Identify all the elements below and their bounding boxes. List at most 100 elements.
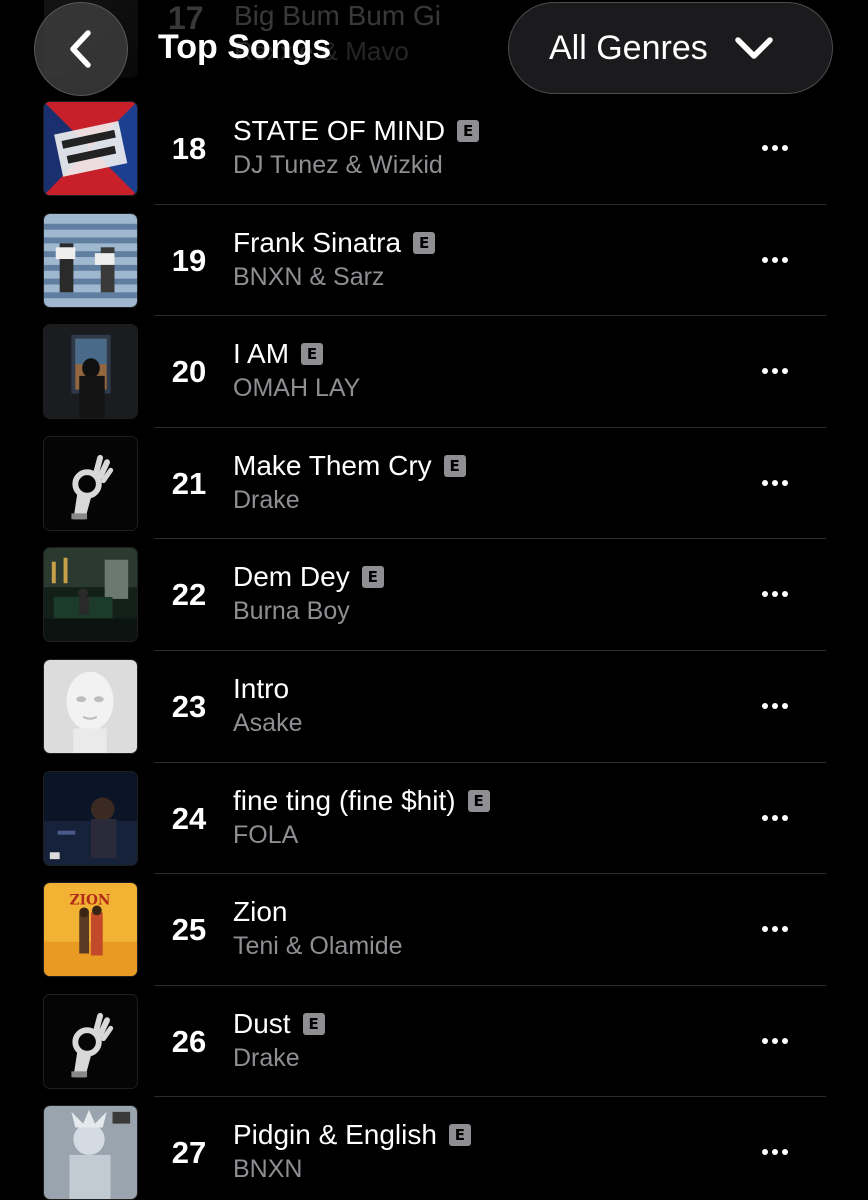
song-artist: Drake: [233, 1043, 300, 1072]
genre-filter-label: All Genres: [549, 28, 708, 67]
more-dot-icon: [772, 368, 778, 375]
song-title: Dem Dey: [233, 561, 350, 593]
song-row[interactable]: 19 Frank Sinatra E BNXN & Sarz: [0, 205, 868, 317]
more-options-button[interactable]: [752, 247, 798, 273]
song-row[interactable]: 22 Dem Dey E Burna Boy: [0, 539, 868, 651]
song-row[interactable]: 18 STATE OF MIND E DJ Tunez & Wizkid: [0, 93, 868, 205]
album-art: [43, 770, 138, 866]
song-row[interactable]: 20 I AM E OMAH LAY: [0, 316, 868, 428]
song-rank: 19: [171, 242, 207, 278]
song-rank: 25: [171, 912, 207, 948]
song-artist: Teni & Olamide: [233, 932, 403, 961]
song-artist: Asake: [233, 708, 303, 737]
explicit-badge: E: [457, 120, 480, 142]
more-dot-icon: [772, 479, 778, 486]
song-rank: 26: [171, 1023, 207, 1059]
more-options-button[interactable]: [752, 358, 798, 384]
song-title-line: Dust E: [233, 1008, 325, 1040]
song-title: STATE OF MIND: [233, 115, 446, 146]
song-title: Make Them Cry: [233, 449, 432, 481]
more-dot-icon: [782, 591, 788, 598]
more-options-button[interactable]: [752, 581, 798, 607]
song-rank: 22: [171, 577, 207, 613]
explicit-badge: E: [301, 343, 324, 366]
album-art: [43, 324, 138, 420]
explicit-badge: E: [448, 1124, 471, 1147]
song-title: Frank Sinatra: [233, 226, 402, 258]
top-songs-header: Top Songs All Genres: [0, 0, 868, 100]
explicit-badge: E: [413, 231, 436, 254]
more-dot-icon: [772, 702, 778, 709]
more-dot-icon: [772, 591, 778, 598]
more-dot-icon: [762, 591, 768, 598]
album-art: [43, 993, 138, 1089]
more-dot-icon: [762, 702, 768, 709]
more-options-button[interactable]: [752, 1139, 798, 1165]
more-dot-icon: [782, 1149, 788, 1156]
more-dot-icon: [762, 1149, 768, 1156]
song-rank: 21: [171, 465, 207, 501]
song-title: Pidgin & English: [233, 1119, 437, 1151]
more-dot-icon: [782, 814, 788, 821]
song-title: Dust: [233, 1007, 291, 1039]
more-dot-icon: [762, 926, 768, 933]
song-title-line: Make Them Cry E: [233, 450, 466, 482]
song-artist: OMAH LAY: [233, 374, 361, 403]
album-art: [43, 658, 138, 754]
album-art: [43, 435, 138, 531]
album-art: [43, 212, 138, 308]
song-rank: 20: [171, 354, 207, 390]
song-title-line: Intro: [233, 673, 289, 705]
song-row[interactable]: 24 fine ting (fine $hit) E FOLA: [0, 763, 868, 875]
more-options-button[interactable]: [752, 693, 798, 719]
song-row[interactable]: ZION 25 Zion Teni & Olamide: [0, 874, 868, 986]
more-dot-icon: [762, 814, 768, 821]
album-art: ZION: [43, 882, 138, 978]
album-art: [43, 101, 138, 196]
song-rank: 18: [171, 131, 207, 166]
song-artist: BNXN: [233, 1155, 303, 1184]
genre-filter-button[interactable]: All Genres: [508, 2, 833, 94]
explicit-badge: E: [467, 789, 490, 812]
song-artist: Drake: [233, 485, 300, 514]
song-title-line: Zion: [233, 896, 287, 928]
more-dot-icon: [772, 814, 778, 821]
song-title: Zion: [233, 896, 288, 928]
song-row[interactable]: 23 Intro Asake: [0, 651, 868, 763]
more-dot-icon: [762, 1037, 768, 1044]
song-artist: DJ Tunez & Wizkid: [233, 151, 443, 179]
back-button[interactable]: [34, 2, 128, 96]
more-dot-icon: [772, 1037, 778, 1044]
more-dot-icon: [762, 479, 768, 486]
chevron-down-icon: [734, 37, 773, 59]
song-title: fine ting (fine $hit): [233, 784, 456, 816]
more-dot-icon: [782, 926, 788, 933]
song-row[interactable]: 27 Pidgin & English E BNXN: [0, 1097, 868, 1200]
more-options-button[interactable]: [752, 916, 798, 942]
more-dot-icon: [762, 256, 768, 263]
song-artist: Burna Boy: [233, 597, 350, 626]
song-rank: 24: [171, 800, 207, 836]
more-options-button[interactable]: [752, 805, 798, 831]
more-dot-icon: [762, 145, 768, 151]
explicit-badge: E: [361, 566, 384, 589]
song-title-line: Frank Sinatra E: [233, 226, 436, 259]
chevron-left-icon: [70, 30, 91, 68]
more-dot-icon: [762, 368, 768, 375]
album-art: [43, 547, 138, 643]
song-title: I AM: [233, 338, 290, 370]
more-options-button[interactable]: [752, 135, 798, 161]
more-dot-icon: [782, 368, 788, 375]
more-options-button[interactable]: [752, 1028, 798, 1054]
song-title: Intro: [233, 672, 290, 704]
more-dot-icon: [782, 145, 788, 151]
more-dot-icon: [772, 145, 778, 151]
more-dot-icon: [772, 256, 778, 263]
song-row[interactable]: 21 Make Them Cry E Drake: [0, 428, 868, 540]
more-options-button[interactable]: [752, 470, 798, 496]
song-artist: FOLA: [233, 820, 299, 849]
song-row[interactable]: 26 Dust E Drake: [0, 986, 868, 1098]
svg-text:ZION: ZION: [70, 893, 111, 909]
album-art: [43, 1105, 138, 1200]
song-rank: 27: [171, 1135, 207, 1171]
